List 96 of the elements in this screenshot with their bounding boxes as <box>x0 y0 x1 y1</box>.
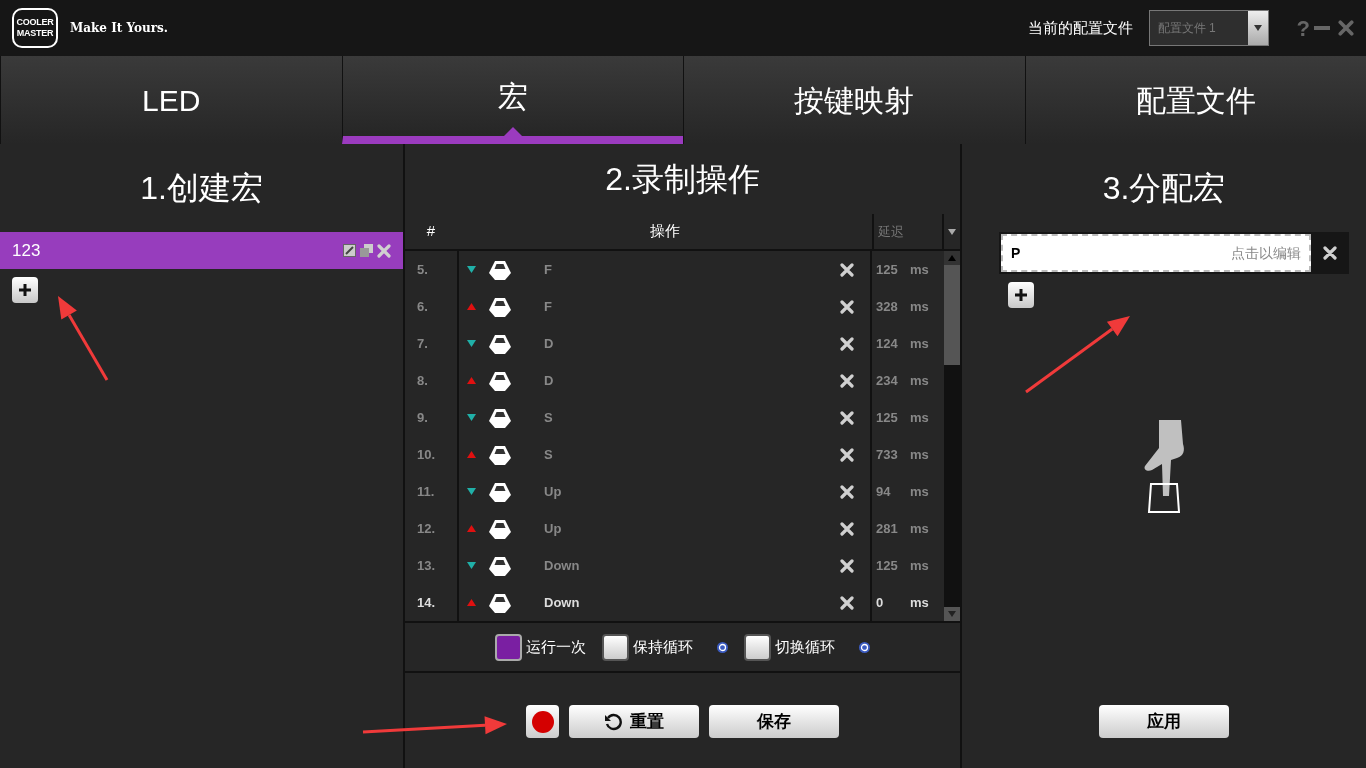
key-name: Up <box>544 482 563 501</box>
delay-value: 281 <box>876 519 899 538</box>
row-number: 6. <box>416 297 429 316</box>
copy-icon[interactable] <box>360 244 373 257</box>
section-title: 2.录制操作 <box>604 160 761 199</box>
up-triangle-icon <box>467 599 476 606</box>
tab[interactable]: 配置文件 <box>1024 56 1366 144</box>
delay-value: 328 <box>876 297 899 316</box>
keycap-icon <box>488 295 512 318</box>
key-name: F <box>544 260 553 279</box>
down-triangle-icon <box>467 340 476 347</box>
keycap-icon <box>488 480 512 503</box>
section-title: 1.创建宏 <box>139 169 264 208</box>
section-title: 3.分配宏 <box>1102 169 1226 208</box>
add-button[interactable] <box>12 277 38 303</box>
delay-unit: ms <box>910 297 929 316</box>
row-number: 5. <box>416 260 429 279</box>
row-number: 11. <box>416 482 436 501</box>
delay-value: 124 <box>876 334 899 353</box>
up-triangle-icon <box>467 377 476 384</box>
key-field[interactable]: P 点击以编辑 <box>1001 234 1311 272</box>
keycap-icon <box>488 332 512 355</box>
plus-icon <box>1014 288 1028 302</box>
delay-value: 125 <box>876 556 899 575</box>
help-icon[interactable] <box>859 641 870 653</box>
down-triangle-icon <box>467 266 476 273</box>
delay-value: 125 <box>876 408 899 427</box>
tab[interactable]: 按键映射 <box>683 56 1025 144</box>
delay-unit: ms <box>910 260 929 279</box>
profile-label: 当前的配置文件 <box>1027 17 1133 38</box>
option-label: 切换循环 <box>775 636 835 657</box>
delay-value: 0 <box>876 593 885 612</box>
checkbox[interactable] <box>602 633 629 661</box>
delay-value: 94 <box>876 482 892 501</box>
delay-unit: ms <box>910 519 929 538</box>
down-triangle-icon <box>467 488 476 495</box>
checkbox[interactable] <box>744 633 771 661</box>
key-name: S <box>544 408 554 427</box>
up-triangle-icon <box>467 451 476 458</box>
column-header: 操作 <box>648 221 681 242</box>
apply-button[interactable]: 应用 <box>1099 705 1229 738</box>
delay-unit: ms <box>910 556 929 575</box>
key-name: F <box>544 297 553 316</box>
keycap-icon <box>488 554 512 577</box>
delay-value: 733 <box>876 445 899 464</box>
keycap-icon <box>488 406 512 429</box>
keycap-icon <box>488 517 512 540</box>
slogan: Make It Yours. <box>70 20 169 37</box>
undo-icon <box>604 712 622 731</box>
key-name: S <box>544 445 554 464</box>
keycap-icon <box>488 591 512 614</box>
up-triangle-icon <box>467 525 476 532</box>
option-label: 保持循环 <box>633 636 693 657</box>
keycap-icon <box>488 258 512 281</box>
delay-unit: ms <box>910 334 929 353</box>
tab[interactable]: LED <box>0 56 342 144</box>
delay-unit: ms <box>910 482 929 501</box>
delay-unit: ms <box>910 445 929 464</box>
delay-value: 125 <box>876 260 899 279</box>
column-header: # <box>425 221 437 242</box>
logo: COOLER MASTER <box>12 8 58 48</box>
down-triangle-icon <box>467 414 476 421</box>
delay-unit: ms <box>910 593 929 612</box>
row-number: 9. <box>416 408 429 427</box>
keycap-icon <box>488 369 512 392</box>
row-number: 13. <box>416 556 437 575</box>
key-name: Up <box>544 519 563 538</box>
delay-unit: ms <box>910 371 929 390</box>
caret-icon <box>1253 25 1262 31</box>
row-number: 14. <box>416 593 437 612</box>
key-name: D <box>544 371 555 390</box>
row-number: 7. <box>416 334 429 353</box>
row-number: 10. <box>416 445 437 464</box>
add-button[interactable] <box>1008 282 1034 308</box>
reset-button[interactable]: 重置 <box>569 705 699 738</box>
checkbox[interactable] <box>495 633 522 661</box>
delay-value: 234 <box>876 371 899 390</box>
keycap-icon <box>488 443 512 466</box>
save-button[interactable]: 保存 <box>709 705 839 738</box>
plus-icon <box>18 283 32 297</box>
up-triangle-icon <box>467 303 476 310</box>
edit-icon[interactable] <box>343 244 356 257</box>
help-icon[interactable] <box>717 641 728 653</box>
delay-unit: ms <box>910 408 929 427</box>
down-triangle-icon <box>467 562 476 569</box>
tab[interactable]: 宏 <box>341 56 683 144</box>
caret-icon[interactable] <box>948 228 956 235</box>
macro-item[interactable]: 123 <box>0 232 403 269</box>
record-icon <box>531 710 554 733</box>
option-label: 运行一次 <box>526 636 586 657</box>
key-name: Down <box>544 556 581 575</box>
record-button[interactable] <box>526 705 559 738</box>
row-number: 12. <box>416 519 437 538</box>
row-number: 8. <box>416 371 429 390</box>
key-name: D <box>544 334 555 353</box>
key-name: Down <box>544 593 581 612</box>
